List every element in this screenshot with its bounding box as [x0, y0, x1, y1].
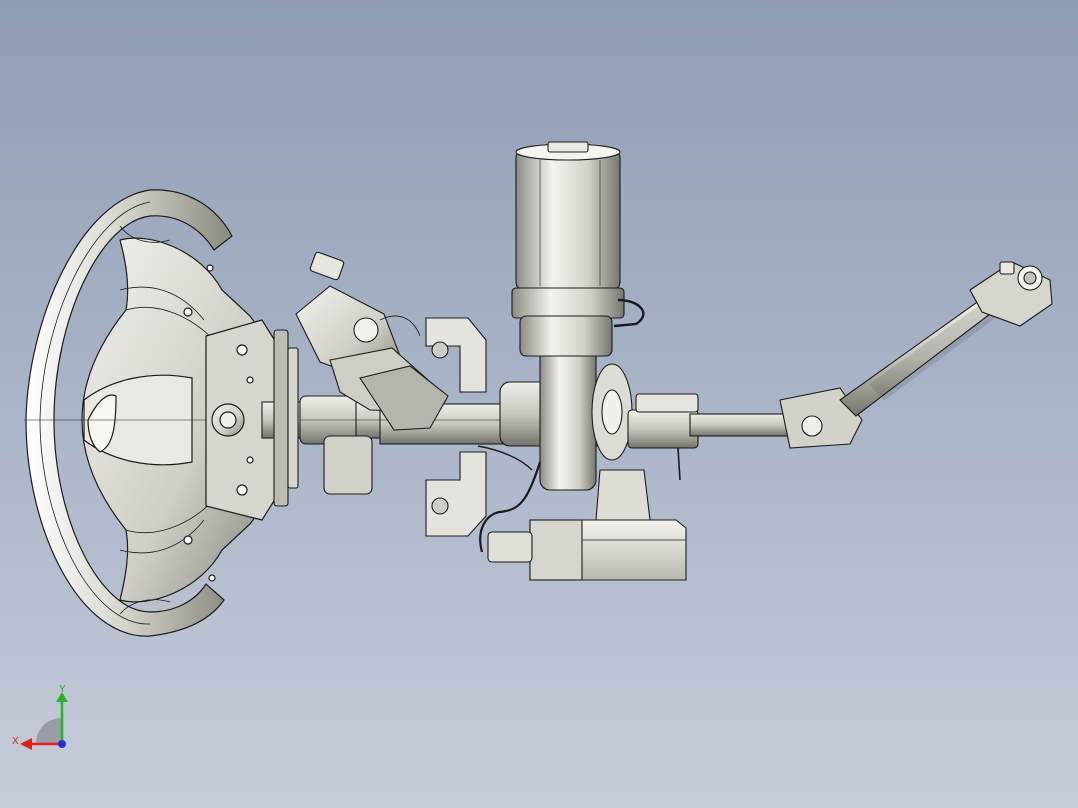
x-axis-label: X — [12, 736, 19, 747]
cad-viewport[interactable]: Y X — [0, 0, 1078, 808]
intermediate-shaft[interactable] — [627, 261, 1053, 481]
mounting-bracket-upper[interactable] — [425, 317, 487, 393]
eps-motor[interactable] — [511, 141, 645, 357]
steering-column-model[interactable] — [0, 0, 1078, 808]
x-axis-arrowhead — [20, 738, 32, 750]
y-axis-label: Y — [59, 684, 66, 695]
z-axis-dot — [58, 740, 66, 748]
mounting-bracket-lower[interactable] — [425, 451, 487, 537]
steering-wheel[interactable] — [24, 189, 283, 637]
orientation-triad: Y X — [12, 684, 76, 750]
triad-plane-shading — [36, 718, 62, 744]
column-flange[interactable] — [273, 329, 299, 507]
